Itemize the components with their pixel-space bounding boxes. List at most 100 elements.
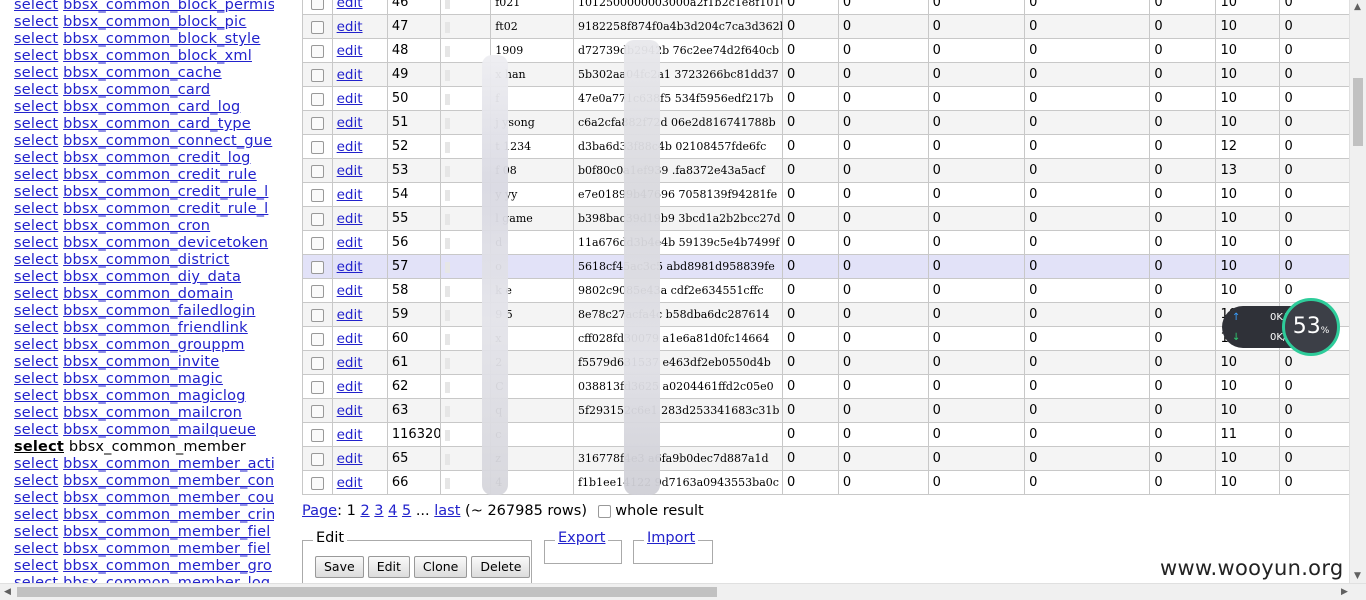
select-link[interactable]: select <box>14 337 58 353</box>
table-name-link[interactable]: bbsx_common_member_acti <box>63 456 274 472</box>
page-link-3[interactable]: 3 <box>374 503 383 519</box>
table-name-link[interactable]: bbsx_common_member <box>69 439 246 455</box>
row-checkbox[interactable] <box>310 68 324 82</box>
table-name-link[interactable]: bbsx_common_card_type <box>63 116 251 132</box>
row-checkbox[interactable] <box>310 212 324 226</box>
edit-row-link[interactable]: edit <box>337 259 363 275</box>
row-checkbox[interactable] <box>310 356 324 370</box>
edit-row-link[interactable]: edit <box>337 451 363 467</box>
edit-row-link[interactable]: edit <box>337 379 363 395</box>
table-name-link[interactable]: bbsx_common_member_log <box>63 575 270 583</box>
edit-row-link[interactable]: edit <box>337 403 363 419</box>
select-link[interactable]: select <box>14 116 58 132</box>
select-link[interactable]: select <box>14 575 58 583</box>
select-link[interactable]: select <box>14 48 58 64</box>
edit-row-link[interactable]: edit <box>337 331 363 347</box>
row-checkbox[interactable] <box>310 116 324 130</box>
select-link[interactable]: select <box>14 456 58 472</box>
table-name-link[interactable]: bbsx_common_magiclog <box>63 388 246 404</box>
select-link[interactable]: select <box>14 490 58 506</box>
table-name-link[interactable]: bbsx_common_member_gro <box>63 558 272 574</box>
save-button[interactable]: Save <box>315 556 364 578</box>
scroll-right-icon[interactable]: ▶ <box>1341 587 1348 597</box>
row-checkbox[interactable] <box>310 92 324 106</box>
page-link-4[interactable]: 4 <box>388 503 397 519</box>
row-checkbox[interactable] <box>310 284 324 298</box>
table-name-link[interactable]: bbsx_common_card_log <box>63 99 240 115</box>
select-link[interactable]: select <box>14 524 58 540</box>
scroll-down-icon[interactable]: ▼ <box>1354 571 1361 581</box>
edit-row-link[interactable]: edit <box>337 0 363 11</box>
table-name-link[interactable]: bbsx_common_credit_rule_l <box>63 201 268 217</box>
row-checkbox[interactable] <box>310 404 324 418</box>
select-link[interactable]: select <box>14 541 58 557</box>
page-link-last[interactable]: last <box>434 503 460 519</box>
table-name-link[interactable]: bbsx_common_credit_rule <box>63 167 257 183</box>
vertical-scrollbar[interactable]: ▲ ▼ <box>1349 0 1366 583</box>
table-name-link[interactable]: bbsx_common_block_permis <box>63 0 274 13</box>
select-link[interactable]: select <box>14 252 58 268</box>
table-name-link[interactable]: bbsx_common_member_cou <box>63 490 274 506</box>
table-name-link[interactable]: bbsx_common_grouppm <box>63 337 244 353</box>
select-link[interactable]: select <box>14 405 58 421</box>
table-name-link[interactable]: bbsx_common_invite <box>63 354 219 370</box>
edit-row-link[interactable]: edit <box>337 235 363 251</box>
edit-row-link[interactable]: edit <box>337 211 363 227</box>
select-link[interactable]: select <box>14 235 58 251</box>
select-link[interactable]: select <box>14 14 58 30</box>
select-link[interactable]: select <box>14 388 58 404</box>
row-checkbox[interactable] <box>310 140 324 154</box>
table-name-link[interactable]: bbsx_common_credit_log <box>63 150 250 166</box>
table-name-link[interactable]: bbsx_common_member_fiel <box>63 524 270 540</box>
row-checkbox[interactable] <box>310 332 324 346</box>
row-checkbox[interactable] <box>310 44 324 58</box>
edit-row-link[interactable]: edit <box>337 427 363 443</box>
table-name-link[interactable]: bbsx_common_diy_data <box>63 269 241 285</box>
page-link-5[interactable]: 5 <box>402 503 411 519</box>
table-name-link[interactable]: bbsx_common_member_crin <box>63 507 274 523</box>
export-link[interactable]: Export <box>555 530 609 546</box>
edit-row-link[interactable]: edit <box>337 91 363 107</box>
clone-button[interactable]: Clone <box>413 556 468 578</box>
select-link[interactable]: select <box>14 31 58 47</box>
row-checkbox[interactable] <box>310 260 324 274</box>
table-name-link[interactable]: bbsx_common_cache <box>63 65 222 81</box>
page-link-label[interactable]: Page <box>302 503 337 519</box>
table-name-link[interactable]: bbsx_common_friendlink <box>63 320 248 336</box>
select-link[interactable]: select <box>14 218 58 234</box>
select-link[interactable]: select <box>14 354 58 370</box>
edit-row-link[interactable]: edit <box>337 355 363 371</box>
select-link[interactable]: select <box>14 167 58 183</box>
scroll-up-icon[interactable]: ▲ <box>1354 2 1361 12</box>
select-link[interactable]: select <box>14 201 58 217</box>
select-link[interactable]: select <box>14 320 58 336</box>
select-link[interactable]: select <box>14 99 58 115</box>
table-name-link[interactable]: bbsx_common_card <box>63 82 210 98</box>
whole-result-checkbox[interactable] <box>597 504 611 518</box>
row-checkbox[interactable] <box>310 428 324 442</box>
table-name-link[interactable]: bbsx_common_mailcron <box>63 405 242 421</box>
edit-row-link[interactable]: edit <box>337 139 363 155</box>
table-name-link[interactable]: bbsx_common_block_style <box>63 31 260 47</box>
select-link[interactable]: select <box>14 303 58 319</box>
select-link[interactable]: select <box>14 422 58 438</box>
page-link-2[interactable]: 2 <box>360 503 369 519</box>
table-name-link[interactable]: bbsx_common_block_pic <box>63 14 246 30</box>
select-link[interactable]: select <box>14 0 58 13</box>
horizontal-scroll-thumb[interactable] <box>17 587 717 597</box>
table-name-link[interactable]: bbsx_common_connect_gue <box>63 133 272 149</box>
row-checkbox[interactable] <box>310 380 324 394</box>
edit-button[interactable]: Edit <box>367 556 410 578</box>
table-name-link[interactable]: bbsx_common_mailqueue <box>63 422 256 438</box>
edit-row-link[interactable]: edit <box>337 283 363 299</box>
select-link[interactable]: select <box>14 473 58 489</box>
row-checkbox[interactable] <box>310 452 324 466</box>
select-link[interactable]: select <box>14 507 58 523</box>
table-name-link[interactable]: bbsx_common_member_fiel <box>63 541 270 557</box>
row-checkbox[interactable] <box>310 236 324 250</box>
row-checkbox[interactable] <box>310 20 324 34</box>
edit-row-link[interactable]: edit <box>337 475 363 491</box>
select-link[interactable]: select <box>14 269 58 285</box>
edit-row-link[interactable]: edit <box>337 67 363 83</box>
row-checkbox[interactable] <box>310 0 324 10</box>
